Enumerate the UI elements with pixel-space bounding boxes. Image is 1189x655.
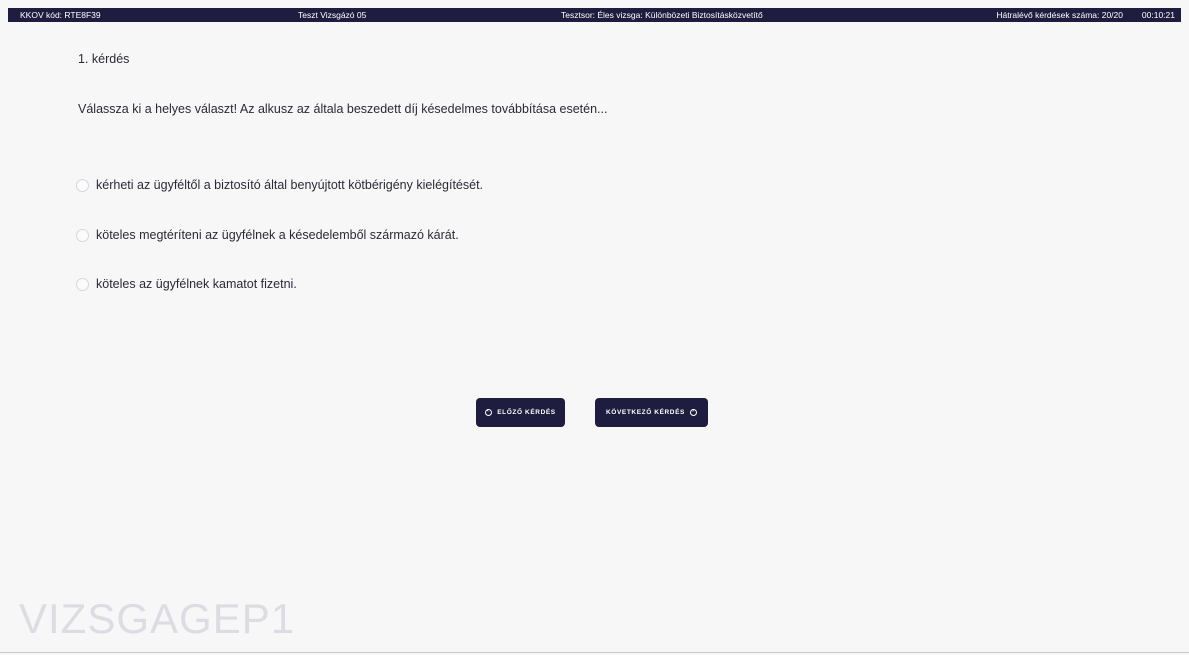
answer-option-2[interactable]: köteles megtéríteni az ügyfélnek a késed…: [76, 226, 459, 244]
test-set-title: Tesztsor: Éles vizsga: Különbözeti Bizto…: [561, 10, 763, 20]
answer-label[interactable]: kérheti az ügyféltől a biztosító által b…: [96, 178, 483, 192]
arrow-right-circle-icon: [689, 408, 697, 416]
answer-option-1[interactable]: kérheti az ügyféltől a biztosító által b…: [76, 176, 483, 194]
remaining-questions: Hátralévő kérdések száma: 20/20: [996, 10, 1123, 20]
previous-question-button[interactable]: ELŐZŐ KÉRDÉS: [476, 398, 565, 427]
question-text: Válassza ki a helyes választ! Az alkusz …: [78, 102, 608, 116]
bottom-divider: [0, 652, 1189, 653]
exam-timer: 00:10:21: [1141, 10, 1175, 20]
candidate-name: Teszt Vizsgázó 05: [298, 10, 367, 20]
answer-option-3[interactable]: köteles az ügyfélnek kamatot fizetni.: [76, 275, 297, 293]
radio-button[interactable]: [76, 277, 89, 291]
next-question-button[interactable]: KÖVETKEZŐ KÉRDÉS: [595, 398, 708, 427]
exam-header-bar: KKOV kód: RTE8F39 Teszt Vizsgázó 05 Tesz…: [8, 8, 1181, 22]
previous-question-label: ELŐZŐ KÉRDÉS: [497, 409, 556, 416]
next-question-label: KÖVETKEZŐ KÉRDÉS: [606, 409, 685, 416]
kkov-code: KKOV kód: RTE8F39: [20, 10, 101, 20]
radio-button[interactable]: [76, 178, 89, 192]
question-number: 1. kérdés: [78, 52, 130, 66]
answer-label[interactable]: köteles megtéríteni az ügyfélnek a késed…: [96, 228, 459, 242]
machine-watermark: VIZSGAGEP1: [19, 595, 296, 642]
answer-label[interactable]: köteles az ügyfélnek kamatot fizetni.: [96, 277, 297, 291]
arrow-left-circle-icon: [485, 408, 493, 416]
radio-button[interactable]: [76, 228, 89, 242]
